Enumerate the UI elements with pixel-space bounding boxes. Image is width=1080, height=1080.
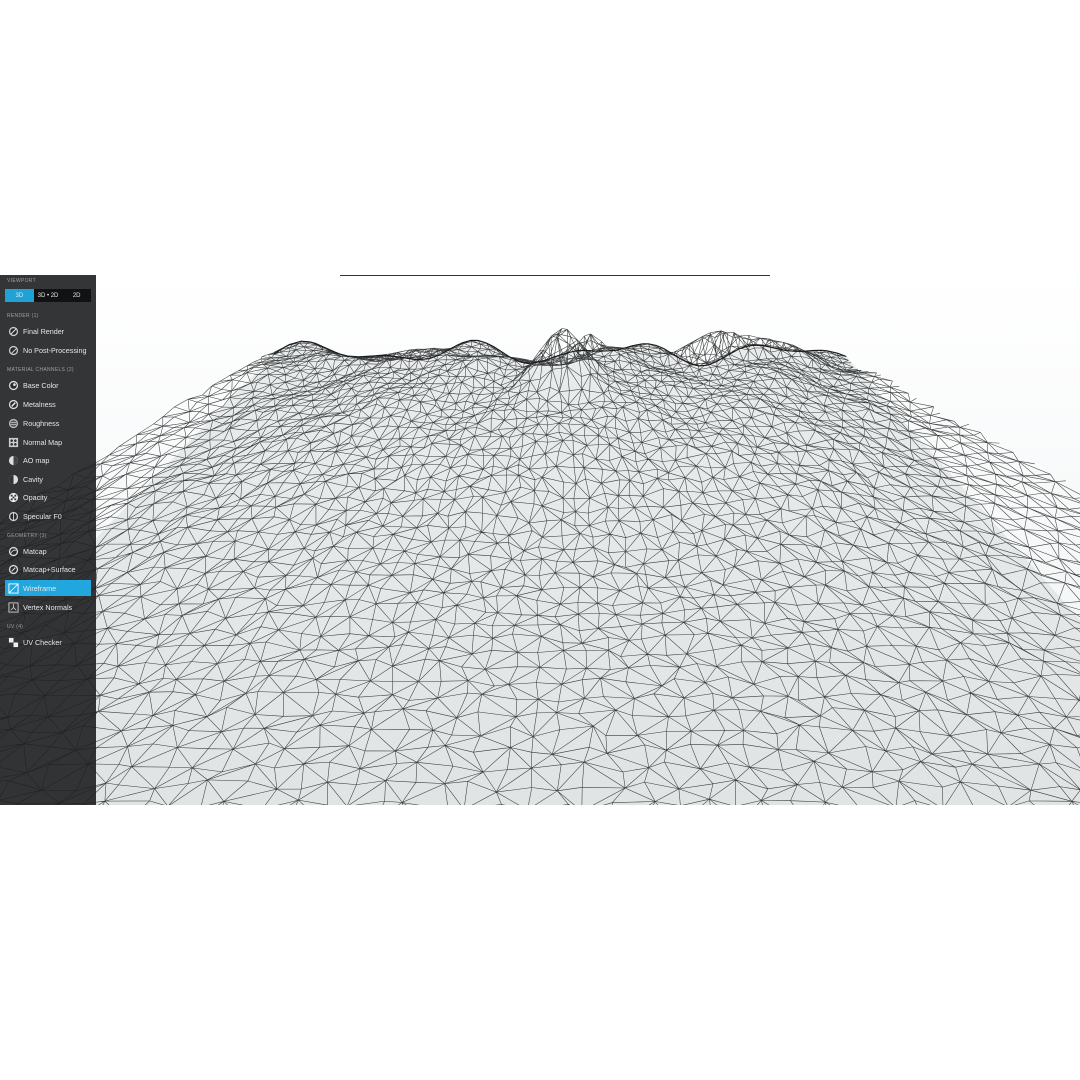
vertex-normals-label: Vertex Normals: [23, 602, 73, 612]
uv-checker-item[interactable]: UV Checker: [5, 634, 91, 650]
mode-2d-button[interactable]: 2D: [62, 289, 91, 302]
no-post-processing-icon: [8, 345, 19, 355]
3d-viewport[interactable]: [0, 275, 1080, 805]
normal-map-label: Normal Map: [23, 437, 63, 447]
cavity-item[interactable]: Cavity: [5, 471, 91, 487]
matcap-surface-item[interactable]: Matcap+Surface: [5, 561, 91, 577]
ao-map-icon: [8, 455, 19, 465]
base-color-item[interactable]: Base Color: [5, 377, 91, 393]
vertex-normals-icon: [8, 601, 19, 613]
normal-map-item[interactable]: Normal Map: [5, 434, 91, 450]
final-render-item[interactable]: Final Render: [5, 323, 91, 339]
roughness-item[interactable]: Roughness: [5, 415, 91, 431]
no-post-processing-label: No Post-Processing: [23, 345, 87, 355]
app-window: VIEWPORT 3D 3D • 2D 2D RENDER (1) Final …: [0, 275, 1080, 805]
geometry-section-title: GEOMETRY (3): [7, 533, 47, 539]
mode-3d-button[interactable]: 3D: [5, 289, 34, 302]
specular-f0-label: Specular F0: [23, 511, 62, 521]
matcap-item[interactable]: Matcap: [5, 543, 91, 559]
metalness-icon: [8, 399, 19, 409]
uv-section-title: UV (4): [7, 624, 24, 630]
ao-map-label: AO map: [23, 455, 50, 465]
material-channels-section-title: MATERIAL CHANNELS (2): [7, 367, 74, 373]
wireframe-terrain-mesh: [0, 275, 1080, 805]
mode-3d-2d-button[interactable]: 3D • 2D: [34, 289, 63, 302]
ao-map-item[interactable]: AO map: [5, 452, 91, 468]
matcap-surface-label: Matcap+Surface: [23, 564, 76, 574]
cavity-label: Cavity: [23, 474, 43, 484]
final-render-icon: [8, 326, 19, 336]
roughness-label: Roughness: [23, 418, 60, 428]
uv-checker-label: UV Checker: [23, 637, 62, 647]
final-render-label: Final Render: [23, 326, 65, 336]
vertex-normals-item[interactable]: Vertex Normals: [5, 599, 91, 615]
wireframe-icon: [8, 582, 19, 594]
render-section-title: RENDER (1): [7, 313, 39, 319]
metalness-label: Metalness: [23, 399, 56, 409]
view-mode-toggle: 3D 3D • 2D 2D: [5, 289, 91, 302]
opacity-label: Opacity: [23, 492, 48, 502]
base-color-label: Base Color: [23, 380, 59, 390]
no-post-processing-item[interactable]: No Post-Processing: [5, 342, 91, 358]
viewport-sidebar: VIEWPORT 3D 3D • 2D 2D RENDER (1) Final …: [0, 275, 96, 805]
cavity-icon: [8, 474, 19, 484]
wireframe-label: Wireframe: [23, 583, 57, 593]
matcap-icon: [8, 546, 19, 556]
metalness-item[interactable]: Metalness: [5, 396, 91, 412]
normal-map-icon: [8, 437, 19, 447]
matcap-surface-icon: [8, 564, 19, 574]
specular-f0-icon: [8, 511, 19, 521]
roughness-icon: [8, 418, 19, 428]
uv-checker-icon: [8, 637, 19, 647]
opacity-icon: [8, 492, 19, 502]
viewport-section-title: VIEWPORT: [7, 278, 36, 284]
opacity-item[interactable]: Opacity: [5, 489, 91, 505]
matcap-label: Matcap: [23, 546, 47, 556]
base-color-icon: [8, 380, 19, 390]
specular-f0-item[interactable]: Specular F0: [5, 508, 91, 524]
wireframe-item[interactable]: Wireframe: [5, 580, 91, 596]
loading-progress-line: [340, 275, 770, 276]
